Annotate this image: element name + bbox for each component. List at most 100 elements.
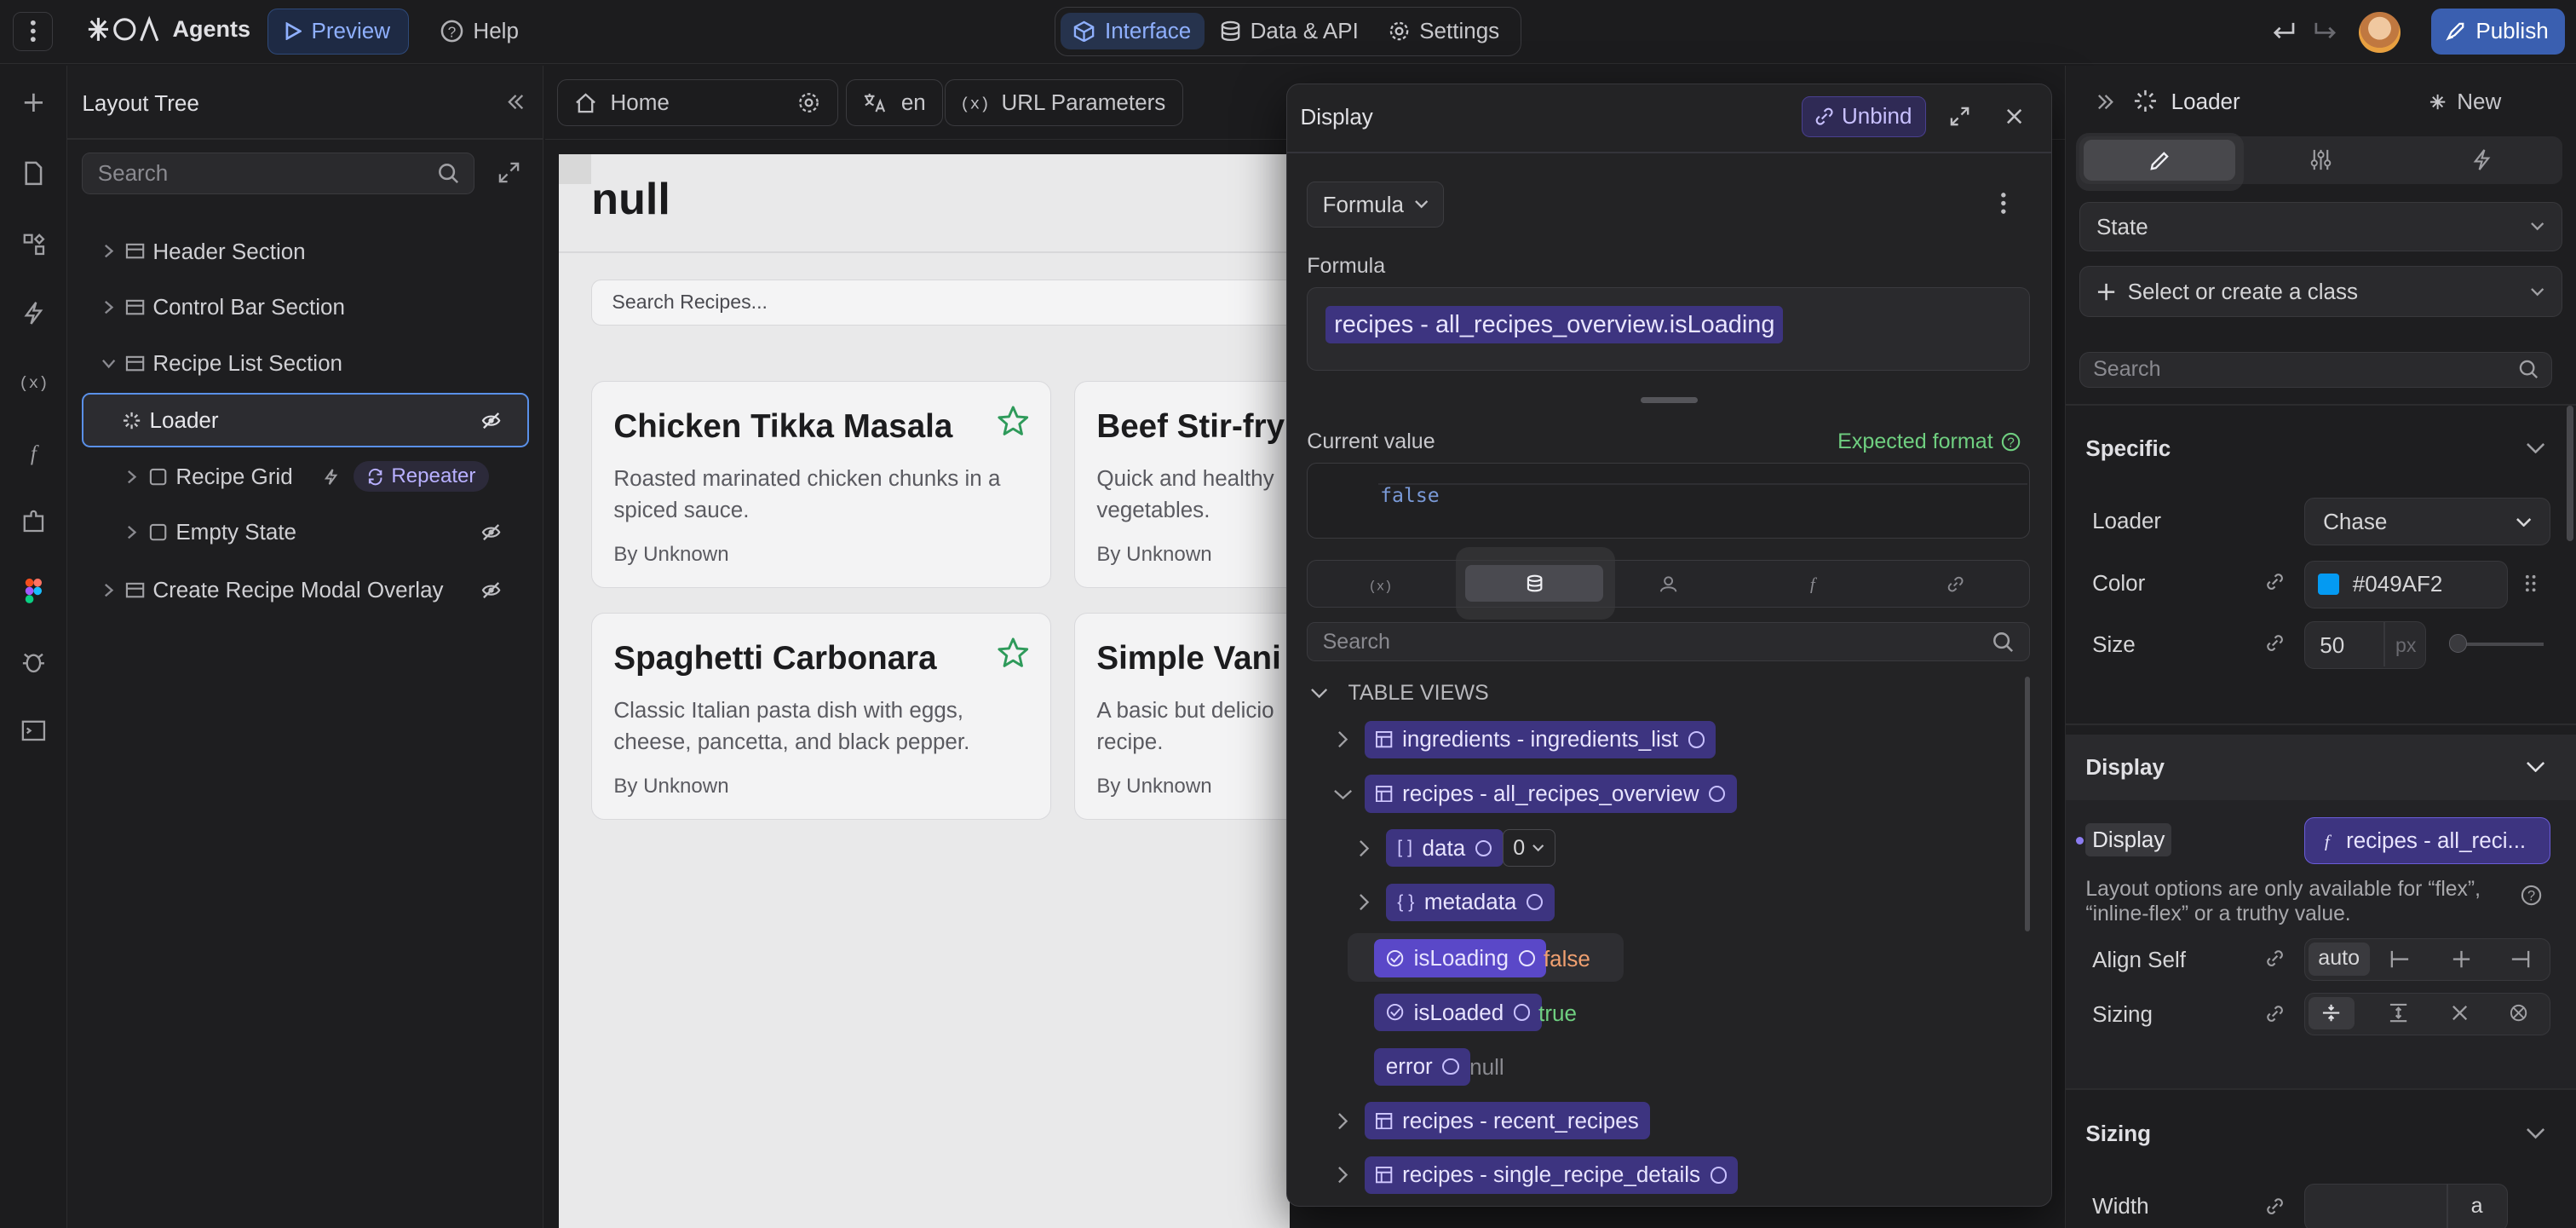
- recipe-search-input[interactable]: Search Recipes...: [591, 279, 1290, 326]
- brand[interactable]: Agents: [85, 14, 250, 44]
- language-selector[interactable]: en: [846, 78, 944, 127]
- data-index-select[interactable]: 0: [1502, 828, 1555, 868]
- chevron-right-icon[interactable]: [1358, 839, 1371, 857]
- tab-settings[interactable]: Settings: [1375, 13, 1512, 49]
- resize-handle[interactable]: [1640, 396, 1699, 404]
- link-icon[interactable]: [1946, 575, 1964, 593]
- user-icon[interactable]: [1659, 575, 1677, 593]
- table-view-single-recipe-details[interactable]: recipes - single_recipe_details: [1364, 1156, 1739, 1195]
- formula-icon[interactable]: f: [1804, 574, 1820, 593]
- scrollbar[interactable]: [2567, 406, 2574, 541]
- formula-icon[interactable]: f: [20, 439, 48, 467]
- sizing-bind-button[interactable]: [2257, 996, 2292, 1032]
- chevron-right-icon[interactable]: [1358, 893, 1371, 911]
- page-selector[interactable]: Home: [556, 78, 838, 127]
- recipe-card[interactable]: Beef Stir-fry Quick and healthy vegetabl…: [1074, 381, 1290, 589]
- color-swatch[interactable]: [2318, 574, 2340, 596]
- field-metadata[interactable]: { } metadata: [1385, 883, 1555, 921]
- expand-icon[interactable]: [1949, 106, 1970, 127]
- new-button[interactable]: New: [2429, 89, 2501, 115]
- chevron-right-icon[interactable]: [1337, 1166, 1349, 1184]
- workflow-icon[interactable]: [20, 299, 48, 327]
- loader-type-select[interactable]: Chase: [2303, 498, 2551, 546]
- plugin-icon[interactable]: [20, 508, 48, 536]
- color-input[interactable]: #049AF2: [2303, 560, 2509, 608]
- expand-icon[interactable]: [497, 161, 520, 184]
- avatar[interactable]: [2359, 11, 2401, 53]
- variables-icon[interactable]: (x): [1369, 575, 1392, 593]
- more-options-icon[interactable]: [2000, 192, 2007, 215]
- preview-button[interactable]: Preview: [267, 8, 410, 55]
- field-data[interactable]: [ ] data: [1385, 828, 1504, 868]
- redo-icon[interactable]: [2313, 20, 2339, 43]
- table-view-all-recipes-overview[interactable]: recipes - all_recipes_overview: [1364, 775, 1737, 813]
- field-error[interactable]: error: [1374, 1047, 1471, 1086]
- table-view-recent-recipes[interactable]: recipes - recent_recipes: [1364, 1102, 1651, 1140]
- align-self-auto-option[interactable]: auto: [2308, 943, 2370, 976]
- scrollbar[interactable]: [2025, 676, 2030, 931]
- formula-editor[interactable]: recipes - all_recipes_overview.isLoading: [1307, 286, 2030, 371]
- mode-select[interactable]: Formula: [1307, 182, 1445, 228]
- page-settings-icon[interactable]: [797, 91, 820, 114]
- drag-handle-icon[interactable]: [2524, 574, 2537, 593]
- add-icon[interactable]: [20, 89, 48, 117]
- field-isloaded[interactable]: isLoaded: [1374, 993, 1542, 1032]
- collapse-panel-icon[interactable]: [506, 94, 526, 110]
- width-bind-button[interactable]: [2257, 1188, 2292, 1224]
- chevron-down-icon[interactable]: [1333, 788, 1353, 801]
- size-slider-thumb[interactable]: [2448, 634, 2467, 653]
- tab-style[interactable]: [2084, 139, 2235, 182]
- tab-database[interactable]: [1465, 565, 1604, 602]
- url-parameters-button[interactable]: (x) URL Parameters: [944, 78, 1183, 127]
- align-self-bind-button[interactable]: [2257, 940, 2292, 976]
- workflow-icon[interactable]: [2470, 148, 2493, 171]
- align-start-icon[interactable]: [2389, 949, 2412, 969]
- eye-off-icon[interactable]: [481, 522, 501, 542]
- eye-off-icon[interactable]: [481, 580, 501, 600]
- settings-sliders-icon[interactable]: [2309, 148, 2332, 171]
- size-input[interactable]: 50 px: [2303, 621, 2426, 669]
- tree-item-empty-state[interactable]: Empty State: [67, 508, 543, 557]
- unbind-button[interactable]: Unbind: [1801, 95, 1926, 138]
- figma-icon[interactable]: [20, 577, 48, 605]
- publish-button[interactable]: Publish: [2431, 8, 2565, 55]
- chevron-down-icon[interactable]: [2526, 442, 2545, 454]
- sizing-section-title[interactable]: Sizing: [2085, 1121, 2151, 1147]
- width-input[interactable]: a: [2303, 1183, 2509, 1228]
- formula-token[interactable]: recipes - all_recipes_overview.isLoading: [1325, 305, 1784, 344]
- tree-item-recipe-list-section[interactable]: Recipe List Section: [67, 338, 543, 388]
- chevron-down-icon[interactable]: [2526, 761, 2545, 773]
- close-icon[interactable]: [2005, 107, 2023, 125]
- star-icon[interactable]: [997, 637, 1030, 670]
- chevron-right-icon[interactable]: [1337, 730, 1349, 748]
- page-icon[interactable]: [20, 159, 48, 187]
- tree-item-control-bar-section[interactable]: Control Bar Section: [67, 283, 543, 332]
- main-menu-button[interactable]: [13, 11, 53, 51]
- table-view-ingredients[interactable]: ingredients - ingredients_list: [1364, 720, 1716, 759]
- terminal-icon[interactable]: [20, 717, 48, 745]
- sizing-shrink-option[interactable]: [2308, 996, 2355, 1030]
- star-icon[interactable]: [997, 405, 1030, 438]
- tree-item-recipe-grid[interactable]: Recipe Grid Repeater: [67, 452, 543, 501]
- property-search-input[interactable]: Search: [2079, 351, 2553, 389]
- align-end-icon[interactable]: [2509, 949, 2532, 969]
- display-binding-value[interactable]: f recipes - all_reci...: [2303, 816, 2551, 865]
- variables-icon[interactable]: (x): [20, 368, 48, 396]
- recipe-card[interactable]: Chicken Tikka Masala Roasted marinated c…: [591, 381, 1052, 589]
- class-select[interactable]: Select or create a class: [2079, 266, 2562, 318]
- close-icon[interactable]: [2450, 1003, 2470, 1023]
- chevron-right-icon[interactable]: [1337, 1112, 1349, 1130]
- display-section-title[interactable]: Display: [2085, 754, 2165, 781]
- eye-off-icon[interactable]: [481, 411, 501, 430]
- tree-item-loader[interactable]: Loader: [82, 392, 529, 447]
- specific-section-title[interactable]: Specific: [2085, 435, 2171, 462]
- tab-data-api[interactable]: Data & API: [1207, 13, 1371, 49]
- tab-interface[interactable]: Interface: [1060, 13, 1205, 49]
- expand-panel-icon[interactable]: [2096, 94, 2115, 110]
- state-select[interactable]: State: [2079, 202, 2562, 252]
- field-isloading[interactable]: isLoading: [1374, 939, 1547, 977]
- color-bind-button[interactable]: [2257, 564, 2292, 600]
- help-button[interactable]: ? Help: [424, 9, 536, 55]
- width-unit[interactable]: a: [2471, 1194, 2483, 1219]
- popup-search-input[interactable]: Search: [1307, 621, 2030, 662]
